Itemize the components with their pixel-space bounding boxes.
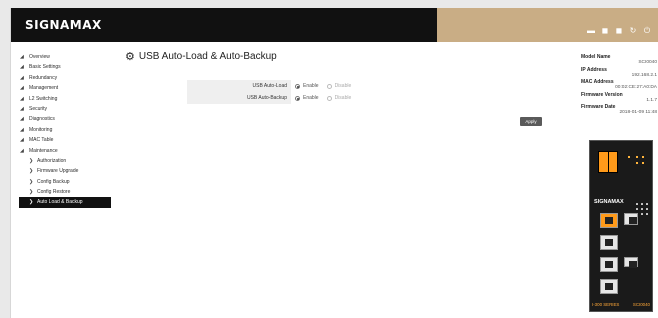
sidebar-item-authorization[interactable]: ❯ Authorization [19, 156, 111, 166]
usb-auto-backup-disable-radio[interactable]: Disable [326, 95, 352, 101]
chevron-right-icon: ❯ [29, 189, 34, 196]
menu-arrow-icon: ◢ [20, 126, 24, 133]
mac-address-value: 00:02:CE:27:A0:DA [615, 85, 657, 90]
sidebar-nav: ◢ Overview ◢ Basic Settings ◢ Redundancy ◢ Mana… [19, 52, 111, 208]
status-leds [626, 153, 648, 167]
sidebar-item-label: Config Backup [37, 178, 70, 185]
sidebar-item-label: Overview [29, 54, 50, 60]
ethernet-port-icon [600, 257, 618, 272]
top-bar-accent: ▬ ◼ ◼ ↻ ⏻ [437, 8, 658, 42]
brand-logo: SIGNAMAX [25, 18, 102, 32]
device-footer: I-300 SERIES SCI0040 [592, 302, 650, 307]
radio-unselected-icon [326, 95, 332, 101]
page-title-text: USB Auto-Load & Auto-Backup [138, 51, 277, 62]
chevron-right-icon: ❯ [29, 178, 34, 185]
sidebar-item-overview[interactable]: ◢ Overview [19, 52, 111, 62]
ethernet-port-icon [600, 235, 618, 250]
usb-auto-load-options: Enable Disable [291, 83, 351, 89]
app-frame: SIGNAMAX ▬ ◼ ◼ ↻ ⏻ ◢ Overview ◢ Basic Setti… [10, 8, 658, 318]
sidebar-item-label: Monitoring [29, 126, 53, 133]
menu-arrow-icon: ◢ [20, 105, 24, 112]
sidebar-item-firmware-upgrade[interactable]: ❯ Firmware Upgrade [19, 166, 111, 176]
port-leds [636, 203, 650, 221]
console-port-icon [624, 213, 638, 225]
usb-port-icon [624, 257, 638, 268]
radio-selected-icon [295, 95, 300, 101]
radio-label: Disable [334, 83, 352, 89]
chevron-right-icon: ❯ [29, 168, 34, 175]
usb-auto-load-disable-radio[interactable]: Disable [326, 83, 352, 89]
sidebar-item-label: Diagnostics [29, 116, 55, 123]
usb-auto-load-label: USB Auto-Load [187, 80, 291, 92]
sidebar-item-label: Security [29, 105, 48, 112]
sidebar-item-config-restore[interactable]: ❯ Config Restore [19, 187, 111, 197]
sidebar-item-label: Redundancy [29, 74, 58, 81]
sidebar-item-diagnostics[interactable]: ◢ Diagnostics [19, 114, 111, 124]
radio-label: Enable [303, 95, 319, 101]
sidebar-item-label: Management [29, 85, 59, 92]
sidebar-item-redundancy[interactable]: ◢ Redundancy [19, 73, 111, 83]
ip-address-value: 192.168.2.1 [631, 72, 657, 78]
usb-auto-backup-enable-radio[interactable]: Enable [295, 95, 319, 101]
sfp-port-icon [598, 151, 618, 173]
logout-icon[interactable]: ⏻ [643, 26, 651, 36]
device-info-panel: Model Name SCI0040 IP Address 192.168.2.… [581, 54, 657, 117]
menu-arrow-icon: ◢ [20, 64, 24, 71]
save-all-icon[interactable]: ◼ [615, 26, 623, 36]
minimize-icon[interactable]: ▬ [587, 26, 595, 36]
sidebar-item-mac-table[interactable]: ◢ MAC Table [19, 135, 111, 145]
page-title: ⚙ USB Auto-Load & Auto-Backup [125, 50, 277, 63]
model-name-value: SCI0040 [638, 60, 657, 65]
sidebar-item-management[interactable]: ◢ Management [19, 83, 111, 93]
toolbar-icons: ▬ ◼ ◼ ↻ ⏻ [587, 26, 651, 36]
radio-label: Disable [334, 95, 352, 101]
usb-auto-backup-label: USB Auto-Backup [187, 92, 291, 104]
sidebar-item-maintenance[interactable]: ◢ Maintenance [19, 146, 111, 156]
sidebar-item-label: Firmware Upgrade [37, 168, 79, 175]
apply-button[interactable]: Apply [520, 117, 542, 126]
device-model-label: SCI0040 [632, 302, 650, 307]
menu-arrow-icon: ◢ [20, 54, 24, 60]
usb-settings-form: USB Auto-Load Enable Disable USB Auto-Ba… [187, 80, 427, 106]
radio-unselected-icon [326, 83, 332, 89]
sidebar-item-label: L2 Switching [29, 95, 58, 102]
firmware-date-value: 2018-01-09 11:48 [619, 110, 657, 115]
chevron-right-icon: ❯ [29, 157, 34, 164]
menu-arrow-icon: ◢ [20, 137, 24, 144]
switch-device-image: SIGNAMAX I-300 SERIES SCI0040 [589, 140, 653, 312]
menu-arrow-icon: ◢ [20, 116, 24, 123]
usb-auto-load-enable-radio[interactable]: Enable [295, 83, 319, 89]
refresh-icon[interactable]: ↻ [629, 26, 637, 36]
radio-selected-icon [295, 83, 300, 89]
usb-auto-backup-row: USB Auto-Backup Enable Disable [187, 92, 427, 104]
sidebar-item-label: Basic Settings [29, 64, 61, 71]
save-icon[interactable]: ◼ [601, 26, 609, 36]
usb-auto-load-row: USB Auto-Load Enable Disable [187, 80, 427, 92]
sidebar-item-label: MAC Table [29, 137, 54, 144]
sidebar-item-label: Maintenance [29, 147, 58, 154]
device-brand-logo: SIGNAMAX [594, 199, 624, 205]
menu-arrow-icon: ◢ [20, 74, 24, 81]
menu-arrow-icon: ◢ [20, 147, 24, 154]
sidebar-item-basic-settings[interactable]: ◢ Basic Settings [19, 62, 111, 72]
sidebar-item-label: Auto Load & Backup [37, 199, 83, 206]
ethernet-port-icon [600, 279, 618, 294]
sidebar-item-monitoring[interactable]: ◢ Monitoring [19, 125, 111, 135]
menu-arrow-icon: ◢ [20, 85, 24, 92]
sidebar-item-label: Authorization [37, 157, 67, 164]
sidebar-item-auto-load-backup[interactable]: ❯ Auto Load & Backup [19, 197, 111, 208]
usb-auto-backup-options: Enable Disable [291, 95, 351, 101]
sidebar-item-l2-switching[interactable]: ◢ L2 Switching [19, 94, 111, 104]
device-series-label: I-300 SERIES [592, 302, 620, 307]
firmware-version-value: 1.1.7 [646, 97, 657, 103]
sidebar-item-label: Config Restore [37, 189, 71, 196]
sidebar-item-security[interactable]: ◢ Security [19, 104, 111, 114]
menu-arrow-icon: ◢ [20, 95, 24, 102]
chevron-right-icon: ❯ [29, 199, 34, 206]
ethernet-port-icon [600, 213, 618, 228]
radio-label: Enable [303, 83, 319, 89]
gear-icon: ⚙ [125, 51, 135, 63]
sidebar-item-config-backup[interactable]: ❯ Config Backup [19, 177, 111, 187]
top-bar: SIGNAMAX ▬ ◼ ◼ ↻ ⏻ [11, 8, 658, 42]
